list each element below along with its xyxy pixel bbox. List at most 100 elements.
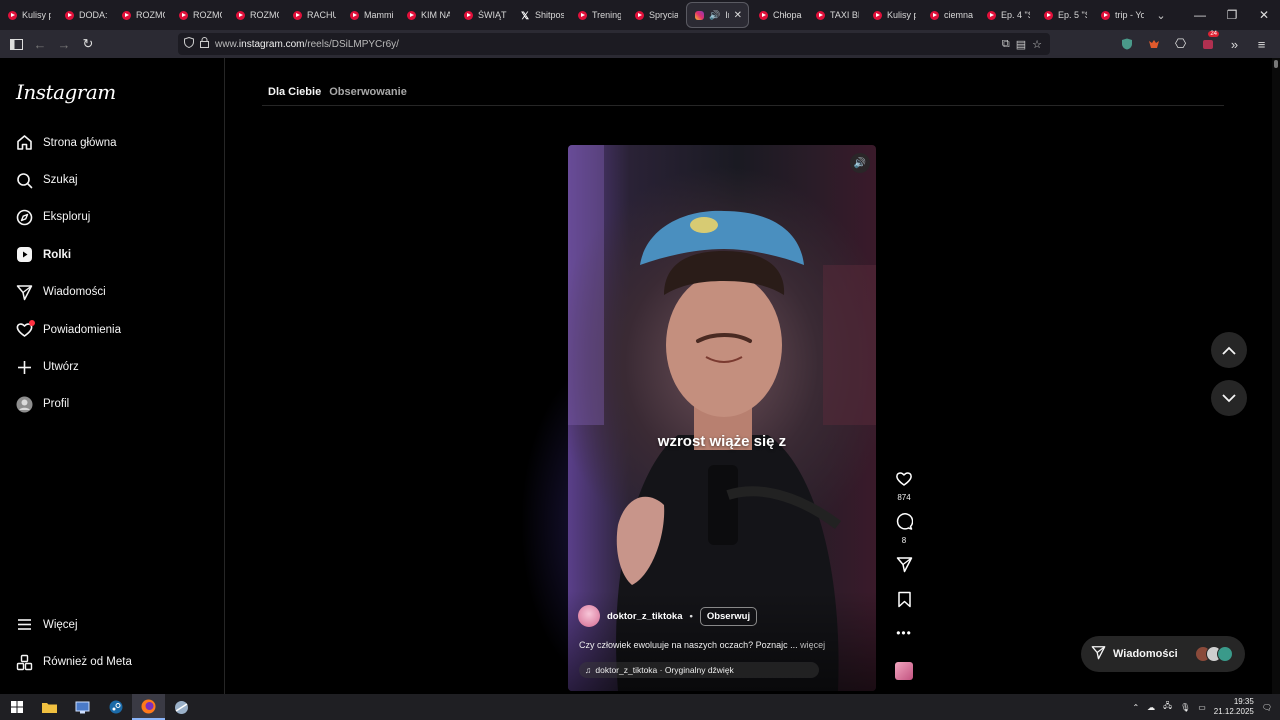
browser-tab[interactable]: trip - Yo — [1093, 0, 1150, 30]
like-action[interactable]: 874 — [893, 470, 915, 513]
onedrive-cloud-icon[interactable]: ☁ — [1147, 703, 1155, 712]
browser-tab[interactable]: Ep. 4 "S — [979, 0, 1036, 30]
audio-thumbnail[interactable] — [895, 662, 913, 680]
scrollbar-thumb[interactable] — [1274, 60, 1278, 68]
minimize-icon[interactable]: — — [1184, 0, 1216, 30]
browser-tab[interactable]: Trening — [570, 0, 627, 30]
extension-badge-icon[interactable]: 24 — [1195, 31, 1220, 56]
firefox-icon[interactable] — [132, 694, 165, 720]
messages-pill[interactable]: Wiadomości — [1081, 636, 1245, 672]
browser-tab[interactable]: 𝕏 Shitpos — [513, 0, 570, 30]
follow-button[interactable]: Obserwuj — [699, 606, 758, 626]
lock-icon[interactable] — [200, 37, 209, 51]
clock[interactable]: 19:35 21.12.2025 — [1214, 697, 1254, 717]
hamburger-menu-icon[interactable]: ≡ — [1249, 32, 1274, 56]
more-link[interactable]: więcej — [800, 640, 825, 650]
reader-view-icon[interactable]: ▤ — [1016, 38, 1026, 51]
sidebar-item-more[interactable]: Więcej — [0, 606, 224, 643]
tab-for-you[interactable]: Dla Ciebie — [268, 86, 321, 98]
forward-arrow-icon[interactable]: → — [52, 32, 76, 56]
more-tools-chevron-icon[interactable]: » — [1222, 32, 1247, 56]
feed-tabs: Dla Ciebie Obserwowanie — [268, 86, 407, 98]
close-window-icon[interactable]: ✕ — [1248, 0, 1280, 30]
browser-tab[interactable]: DODA: — [57, 0, 114, 30]
sidebar-item-reels[interactable]: Rolki — [0, 236, 224, 273]
youtube-icon — [122, 10, 131, 20]
sidebar-toggle-icon[interactable] — [4, 32, 28, 56]
restore-icon[interactable]: ❐ — [1216, 0, 1248, 30]
vpn-shield-icon[interactable] — [1114, 32, 1139, 56]
extensions-puzzle-icon[interactable]: ⎔ — [1168, 32, 1193, 56]
more-options-action[interactable]: ••• — [893, 626, 915, 656]
sidebar-item-profile[interactable]: Profil — [0, 386, 224, 423]
browser-tab[interactable]: Ep. 5 "S — [1036, 0, 1093, 30]
browser-tab[interactable]: ciemna — [922, 0, 979, 30]
save-action[interactable] — [893, 591, 915, 626]
youtube-icon — [407, 10, 416, 20]
steam-icon[interactable] — [99, 694, 132, 720]
sidebar-item-messages[interactable]: Wiadomości — [0, 274, 224, 311]
like-heart-icon[interactable] — [895, 470, 913, 492]
notifications-icon[interactable]: 🗨 — [1262, 703, 1272, 712]
browser-tab[interactable]: RACHU — [285, 0, 342, 30]
display-icon[interactable]: ▭ — [1198, 703, 1206, 712]
reel-audio[interactable]: ♫ doktor_z_tiktoka · Oryginalny dźwięk — [579, 662, 819, 678]
share-send-icon[interactable] — [896, 556, 913, 578]
tray-chevron-up-icon[interactable]: ⌃ — [1132, 703, 1139, 712]
sidebar-item-notifications[interactable]: Powiadomienia — [0, 311, 224, 348]
tab-audio-speaker-icon[interactable]: 🔊 — [709, 10, 720, 21]
picture-in-picture-icon[interactable]: ⧉ — [1002, 38, 1010, 51]
browser-tab[interactable]: Kulisy p — [0, 0, 57, 30]
bookmark-star-icon[interactable]: ☆ — [1032, 38, 1042, 51]
tab-following[interactable]: Obserwowanie — [329, 86, 407, 98]
sidebar-item-explore[interactable]: Eksploruj — [0, 199, 224, 236]
bookmark-icon[interactable] — [897, 591, 912, 613]
youtube-icon — [759, 10, 768, 20]
reload-icon[interactable]: ↻ — [76, 32, 100, 56]
browser-tab[interactable]: KIM NA — [399, 0, 456, 30]
share-action[interactable] — [893, 556, 915, 591]
network-icon[interactable]: 🖧 — [1163, 700, 1172, 714]
previous-reel-button[interactable] — [1211, 332, 1247, 368]
sidebar-item-create[interactable]: Utwórz — [0, 348, 224, 385]
sidebar-item-search[interactable]: Szukaj — [0, 161, 224, 198]
browser-tab[interactable]: Chłopak — [751, 0, 808, 30]
page-scrollbar[interactable] — [1272, 58, 1280, 694]
browser-tab[interactable]: TAXI BE — [808, 0, 865, 30]
browser-tab[interactable]: Mammi — [342, 0, 399, 30]
file-explorer-icon[interactable] — [33, 694, 66, 720]
shield-icon[interactable] — [184, 36, 194, 51]
volume-icon[interactable]: 🔊 — [850, 153, 870, 173]
reel-description[interactable]: Czy człowiek ewoluuje na naszych oczach?… — [579, 640, 825, 650]
comment-bubble-icon[interactable] — [895, 513, 914, 535]
windows-start-icon[interactable] — [0, 694, 33, 720]
browser-tab[interactable]: ŚWIĄTE — [456, 0, 513, 30]
extension-fox-icon[interactable] — [1141, 32, 1166, 56]
author-username[interactable]: doktor_z_tiktoka — [607, 611, 683, 622]
instagram-logo[interactable]: Instagram — [16, 80, 116, 104]
youtube-icon — [65, 10, 74, 20]
browser-tab[interactable]: Spryciar — [627, 0, 684, 30]
monitor-app-icon[interactable] — [66, 694, 99, 720]
reel-video[interactable]: wzrost wiąże się z 🔊 doktor_z_tiktoka • … — [568, 145, 876, 691]
tab-label: Mammi — [364, 10, 393, 20]
browser-tab[interactable]: ROZMO — [171, 0, 228, 30]
sidebar-item-home[interactable]: Strona główna — [0, 124, 224, 161]
back-arrow-icon[interactable]: ← — [28, 32, 52, 56]
author-avatar[interactable] — [578, 605, 600, 627]
browser-tab[interactable]: ROZMO — [114, 0, 171, 30]
tab-close-icon[interactable]: ✕ — [734, 10, 742, 21]
microphone-icon[interactable]: 🎙 — [1180, 703, 1190, 712]
more-dots-icon[interactable]: ••• — [896, 626, 912, 640]
globe-app-icon[interactable] — [165, 694, 198, 720]
like-count: 874 — [897, 493, 911, 502]
next-reel-button[interactable] — [1211, 380, 1247, 416]
browser-tab[interactable]: 🔊 Insta ✕ — [686, 2, 749, 28]
comment-action[interactable]: 8 — [893, 513, 915, 556]
tab-overflow-chevron-icon[interactable]: ⌄ — [1150, 9, 1172, 22]
browser-tab[interactable]: ROZMO — [228, 0, 285, 30]
youtube-icon — [464, 10, 473, 20]
browser-tab[interactable]: Kulisy p — [865, 0, 922, 30]
sidebar-item-also-from-meta[interactable]: Również od Meta — [0, 643, 224, 680]
url-bar[interactable]: www.instagram.com/reels/DSiLMPYCr6y/ ⧉ ▤… — [178, 33, 1050, 55]
